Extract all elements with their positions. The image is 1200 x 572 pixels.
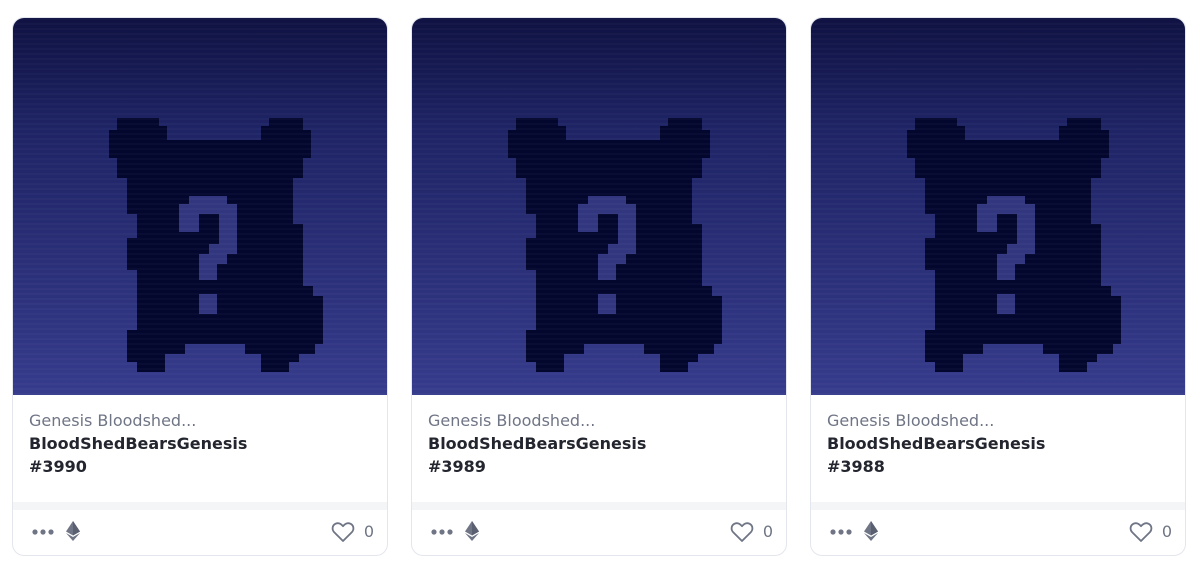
nft-card[interactable]: Genesis Bloodshed... BloodShedBearsGenes… [411,17,787,556]
card-divider [13,502,387,510]
more-options-icon[interactable] [430,522,454,542]
token-id[interactable]: #3990 [29,457,87,476]
nft-name[interactable]: BloodShedBearsGenesis [428,434,646,453]
token-id[interactable]: #3988 [827,457,885,476]
ethereum-icon [464,520,480,542]
card-footer: 0 [412,510,786,555]
ethereum-icon [863,520,879,542]
like-count: 0 [762,522,773,541]
bear-silhouette-image [109,118,323,372]
nft-info: Genesis Bloodshed... BloodShedBearsGenes… [412,395,786,502]
bear-silhouette-image [508,118,722,372]
nft-info: Genesis Bloodshed... BloodShedBearsGenes… [811,395,1185,502]
nft-name[interactable]: BloodShedBearsGenesis [29,434,247,453]
nft-name[interactable]: BloodShedBearsGenesis [827,434,1045,453]
heart-icon[interactable] [1129,521,1153,543]
card-divider [412,502,786,510]
like-count: 0 [363,522,374,541]
nft-info: Genesis Bloodshed... BloodShedBearsGenes… [13,395,387,502]
nft-image[interactable] [811,18,1185,395]
card-footer: 0 [13,510,387,555]
card-footer: 0 [811,510,1185,555]
nft-card[interactable]: Genesis Bloodshed... BloodShedBearsGenes… [12,17,388,556]
nft-image[interactable] [412,18,786,395]
like-count: 0 [1161,522,1172,541]
nft-card-grid: Genesis Bloodshed... BloodShedBearsGenes… [0,0,1200,572]
ethereum-icon [65,520,81,542]
token-id[interactable]: #3989 [428,457,486,476]
nft-card[interactable]: Genesis Bloodshed... BloodShedBearsGenes… [810,17,1186,556]
collection-name[interactable]: Genesis Bloodshed... [827,411,994,430]
collection-name[interactable]: Genesis Bloodshed... [29,411,196,430]
nft-image[interactable] [13,18,387,395]
collection-name[interactable]: Genesis Bloodshed... [428,411,595,430]
bear-silhouette-image [907,118,1121,372]
more-options-icon[interactable] [31,522,55,542]
heart-icon[interactable] [331,521,355,543]
card-divider [811,502,1185,510]
heart-icon[interactable] [730,521,754,543]
more-options-icon[interactable] [829,522,853,542]
